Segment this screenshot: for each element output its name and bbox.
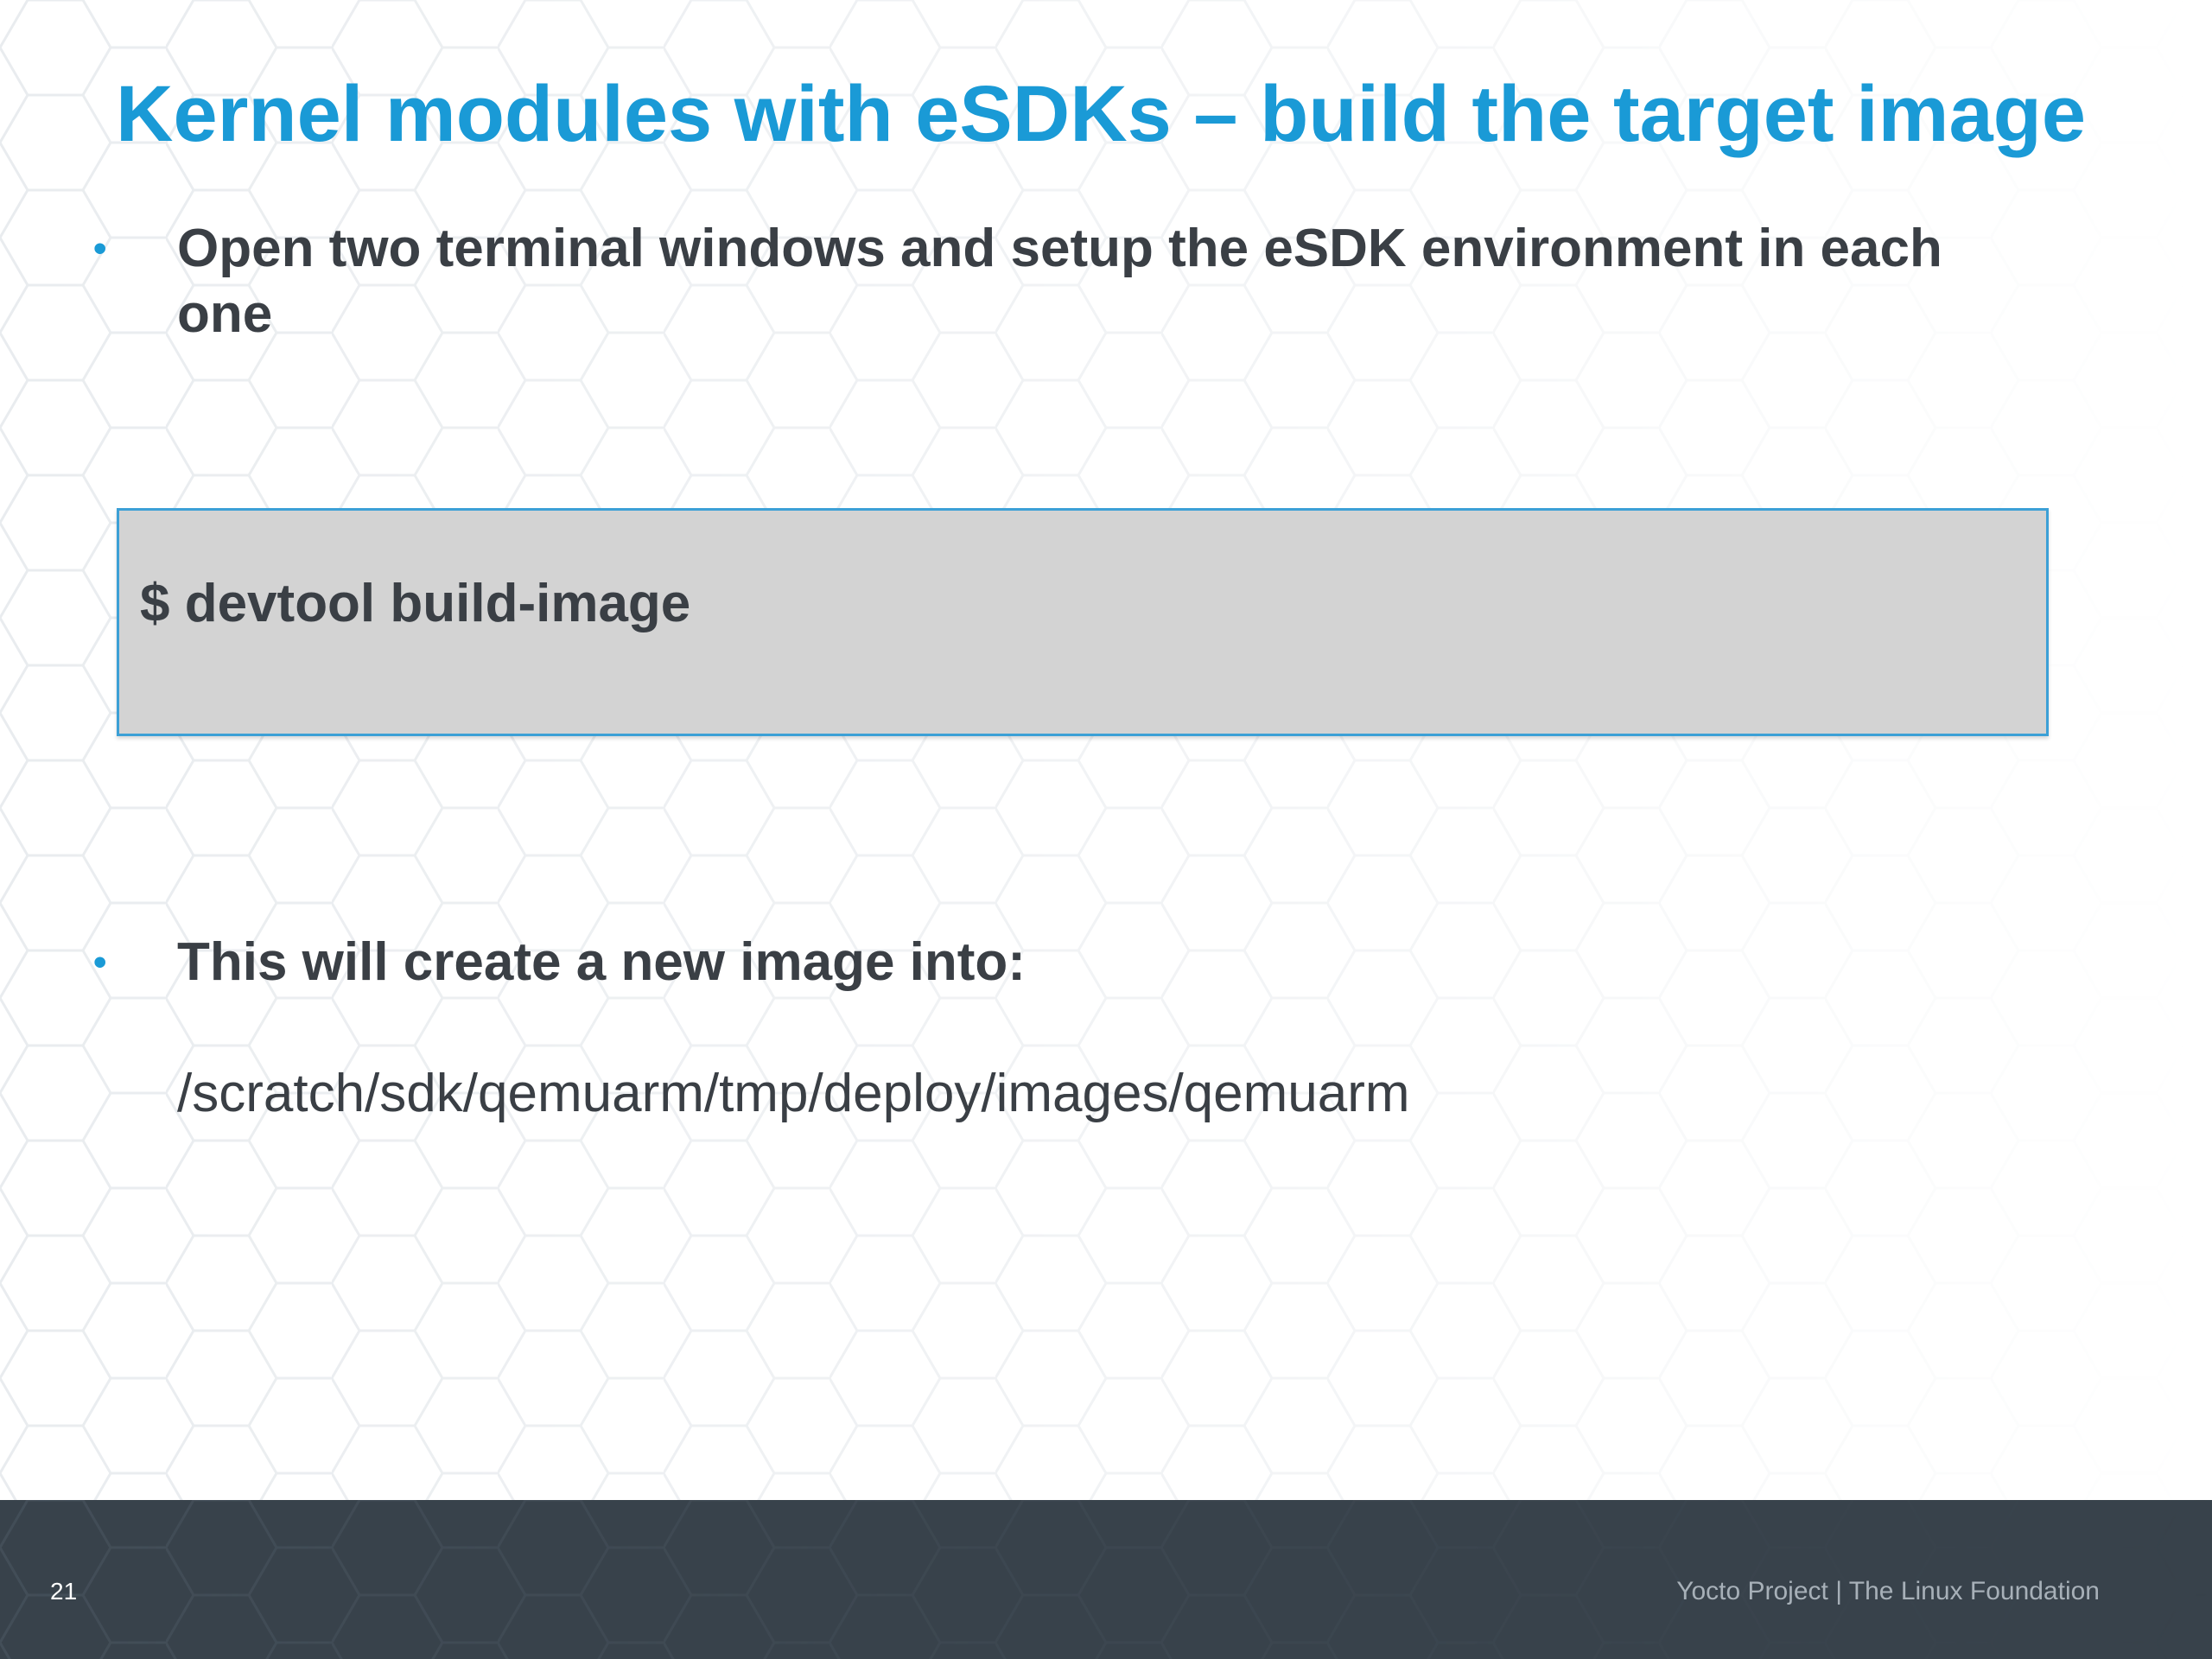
bullet-text-setup: Open two terminal windows and setup the … [177, 216, 2078, 347]
bullet-text-line: one [177, 284, 273, 344]
command-box: $ devtool build-image [117, 508, 2049, 736]
bullet-text-create-image: This will create a new image into: [177, 932, 1026, 992]
slide-title: Kernel modules with eSDKs – build the ta… [116, 70, 2087, 158]
bullet-marker: • [93, 227, 107, 270]
footer-brand: Yocto Project | The Linux Foundation [1676, 1577, 2100, 1605]
slide-footer: 21 Yocto Project | The Linux Foundation [0, 1500, 2212, 1659]
command-text: $ devtool build-image [140, 574, 691, 633]
bullet-marker: • [93, 941, 107, 983]
page-number: 21 [50, 1578, 78, 1605]
bullet-text-line: Open two terminal windows and setup the … [177, 219, 1942, 278]
deploy-path: /scratch/sdk/qemuarm/tmp/deploy/images/q… [177, 1064, 1410, 1123]
